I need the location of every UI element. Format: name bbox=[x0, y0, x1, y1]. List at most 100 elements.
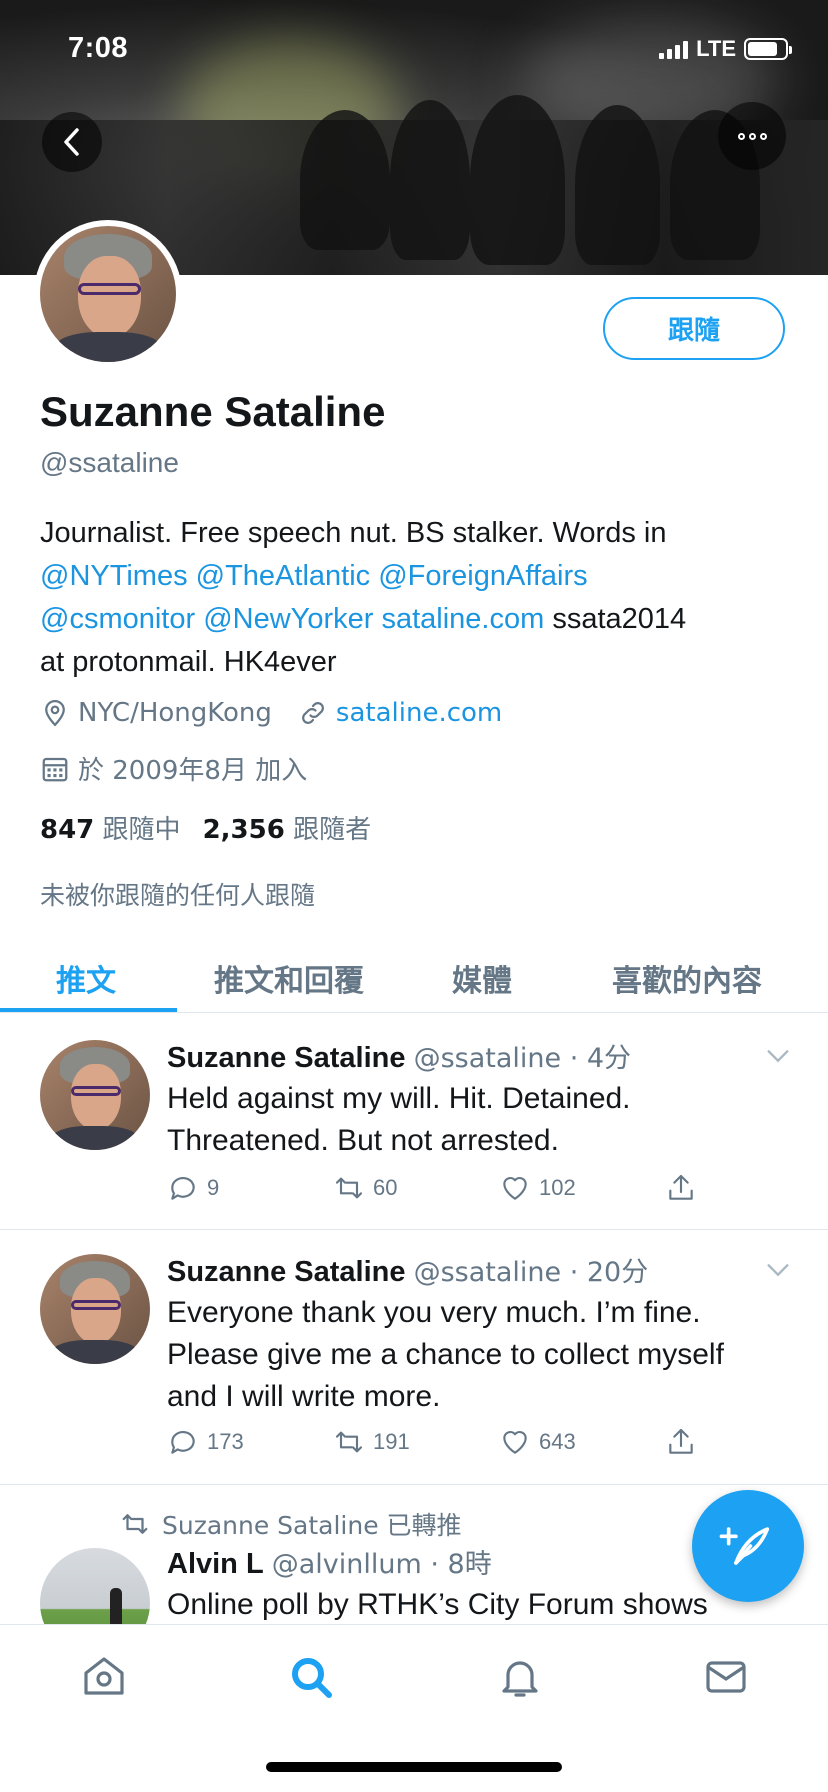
joined-text: 於 2009年8月 加入 bbox=[78, 756, 308, 786]
profile-bio: Journalist. Free speech nut. BS stalker.… bbox=[40, 512, 800, 684]
compose-tweet-button[interactable] bbox=[692, 1490, 804, 1602]
tweet-header: Alvin L @alvinllum · 8時 bbox=[167, 1542, 492, 1581]
signal-icon bbox=[659, 39, 689, 59]
retweet-count: 191 bbox=[373, 1429, 410, 1454]
share-icon bbox=[669, 1428, 693, 1454]
bio-text: Journalist. Free speech nut. BS stalker.… bbox=[40, 517, 667, 549]
more-dot-icon bbox=[737, 132, 745, 140]
profile-website[interactable]: sataline.com bbox=[298, 698, 502, 728]
share-button[interactable] bbox=[665, 1172, 697, 1204]
reply-button[interactable]: 9 bbox=[167, 1172, 333, 1204]
bio-mentions[interactable]: @NYTimes @TheAtlantic @ForeignAffairs bbox=[40, 555, 800, 598]
retweet-note: Suzanne Sataline 已轉推 bbox=[120, 1506, 462, 1542]
status-indicators: LTE bbox=[659, 36, 792, 62]
tab-indicator bbox=[0, 1008, 177, 1012]
reply-count: 9 bbox=[207, 1175, 220, 1200]
tweet-text-line: Please give me a chance to collect mysel… bbox=[167, 1338, 724, 1371]
status-time: 7:08 bbox=[68, 32, 129, 64]
tweet-text: Online poll by RTHK’s City Forum shows bbox=[167, 1584, 787, 1626]
retweet-count: 60 bbox=[373, 1175, 398, 1200]
retweet-button[interactable]: 191 bbox=[333, 1426, 499, 1458]
share-icon bbox=[669, 1174, 693, 1200]
tweet-text: Everyone thank you very much. I’m fine. … bbox=[167, 1292, 787, 1418]
tweet-meta: @ssataline · 20分 bbox=[413, 1257, 649, 1288]
retweet-icon bbox=[335, 1431, 363, 1453]
location-pin-icon bbox=[45, 699, 65, 727]
retweet-icon bbox=[335, 1177, 363, 1199]
tweet-author-name[interactable]: Alvin L bbox=[167, 1548, 264, 1580]
banner-figure bbox=[470, 95, 565, 265]
heart-icon bbox=[503, 1430, 527, 1454]
like-count: 102 bbox=[539, 1175, 576, 1200]
link-icon bbox=[301, 702, 324, 724]
profile-handle: @ssataline bbox=[40, 447, 179, 478]
chevron-down-icon[interactable] bbox=[764, 1256, 792, 1284]
tweet-avatar[interactable] bbox=[40, 1040, 150, 1150]
tweet-text-line: Held against my will. Hit. Detained. bbox=[167, 1082, 631, 1115]
like-count: 643 bbox=[539, 1429, 576, 1454]
profile-meta-row: NYC/HongKong sataline.com bbox=[40, 698, 528, 728]
avatar-image bbox=[40, 226, 176, 362]
messages-icon[interactable] bbox=[702, 1653, 750, 1701]
home-indicator bbox=[266, 1762, 562, 1772]
calendar-icon bbox=[42, 757, 68, 781]
followers-count[interactable]: 2,356 跟隨者 bbox=[203, 809, 372, 846]
tweet-actions: 9 60 102 bbox=[167, 1172, 707, 1204]
tweet-header: Suzanne Sataline @ssataline · 4分 bbox=[167, 1036, 631, 1075]
tweet-author-name[interactable]: Suzanne Sataline bbox=[167, 1042, 406, 1074]
retweet-button[interactable]: 60 bbox=[333, 1172, 499, 1204]
tab-likes[interactable]: 喜歡的內容 bbox=[612, 956, 762, 1000]
tab-tweets-replies[interactable]: 推文和回覆 bbox=[214, 956, 364, 1000]
network-label: LTE bbox=[696, 36, 736, 61]
following-count[interactable]: 847 跟隨中 bbox=[40, 809, 181, 846]
home-icon[interactable] bbox=[80, 1653, 128, 1701]
more-dot-icon bbox=[759, 132, 767, 140]
banner-figure bbox=[390, 100, 470, 260]
bio-text: ssata2014 bbox=[544, 603, 687, 635]
profile-location: NYC/HongKong bbox=[40, 698, 272, 728]
back-button[interactable] bbox=[42, 112, 102, 172]
battery-icon bbox=[744, 38, 792, 60]
profile-avatar[interactable] bbox=[34, 220, 182, 368]
reply-icon bbox=[171, 1431, 195, 1454]
profile-joined-row: 於 2009年8月 加入 bbox=[40, 750, 333, 787]
profile-tabs: 推文 推文和回覆 媒體 喜歡的內容 bbox=[0, 940, 828, 1013]
tweet-avatar[interactable] bbox=[40, 1254, 150, 1364]
follow-button[interactable]: 跟隨 bbox=[603, 297, 785, 360]
search-icon[interactable] bbox=[287, 1653, 335, 1701]
tweet-actions: 173 191 643 bbox=[167, 1426, 707, 1458]
like-button[interactable]: 643 bbox=[499, 1426, 665, 1458]
retweeted-by: Suzanne Sataline 已轉推 bbox=[162, 1511, 462, 1540]
follow-counts: 847 跟隨中 2,356 跟隨者 bbox=[40, 809, 371, 846]
heart-icon bbox=[503, 1176, 527, 1200]
notifications-icon[interactable] bbox=[496, 1653, 544, 1701]
tweet-text: Held against my will. Hit. Detained. Thr… bbox=[167, 1078, 787, 1162]
bio-mentions[interactable]: @csmonitor @NewYorker sataline.com bbox=[40, 603, 544, 635]
bio-text: at protonmail. HK4ever bbox=[40, 646, 337, 678]
tab-media[interactable]: 媒體 bbox=[452, 956, 512, 1000]
tab-tweets[interactable]: 推文 bbox=[56, 956, 116, 1000]
banner-figure bbox=[575, 105, 660, 265]
like-button[interactable]: 102 bbox=[499, 1172, 665, 1204]
followed-by-note: 未被你跟隨的任何人跟隨 bbox=[40, 881, 316, 910]
tweet-text-line: Threatened. But not arrested. bbox=[167, 1124, 559, 1157]
reply-icon bbox=[171, 1177, 195, 1200]
tweet-meta: @alvinllum · 8時 bbox=[271, 1549, 492, 1580]
reply-button[interactable]: 173 bbox=[167, 1426, 333, 1458]
tweet-header: Suzanne Sataline @ssataline · 20分 bbox=[167, 1250, 648, 1289]
reply-count: 173 bbox=[207, 1429, 244, 1454]
tweet[interactable]: Suzanne Sataline @ssataline · 20分 Everyo… bbox=[0, 1230, 828, 1485]
tweet-text-line: and I will write more. bbox=[167, 1380, 441, 1413]
more-options-button[interactable] bbox=[718, 102, 786, 170]
tweet[interactable]: Suzanne Sataline @ssataline · 4分 Held ag… bbox=[0, 1014, 828, 1230]
profile-joined: 於 2009年8月 加入 bbox=[40, 750, 307, 787]
tweet-text-line: Online poll by RTHK’s City Forum shows bbox=[167, 1588, 708, 1621]
location-text: NYC/HongKong bbox=[78, 698, 272, 728]
tweet-meta: @ssataline · 4分 bbox=[413, 1043, 632, 1074]
website-link[interactable]: sataline.com bbox=[336, 698, 502, 728]
retweet-icon bbox=[122, 1514, 148, 1534]
tweet-author-name[interactable]: Suzanne Sataline bbox=[167, 1256, 406, 1288]
tweet-text-line: Everyone thank you very much. I’m fine. bbox=[167, 1296, 701, 1329]
chevron-down-icon[interactable] bbox=[764, 1042, 792, 1070]
share-button[interactable] bbox=[665, 1426, 697, 1458]
